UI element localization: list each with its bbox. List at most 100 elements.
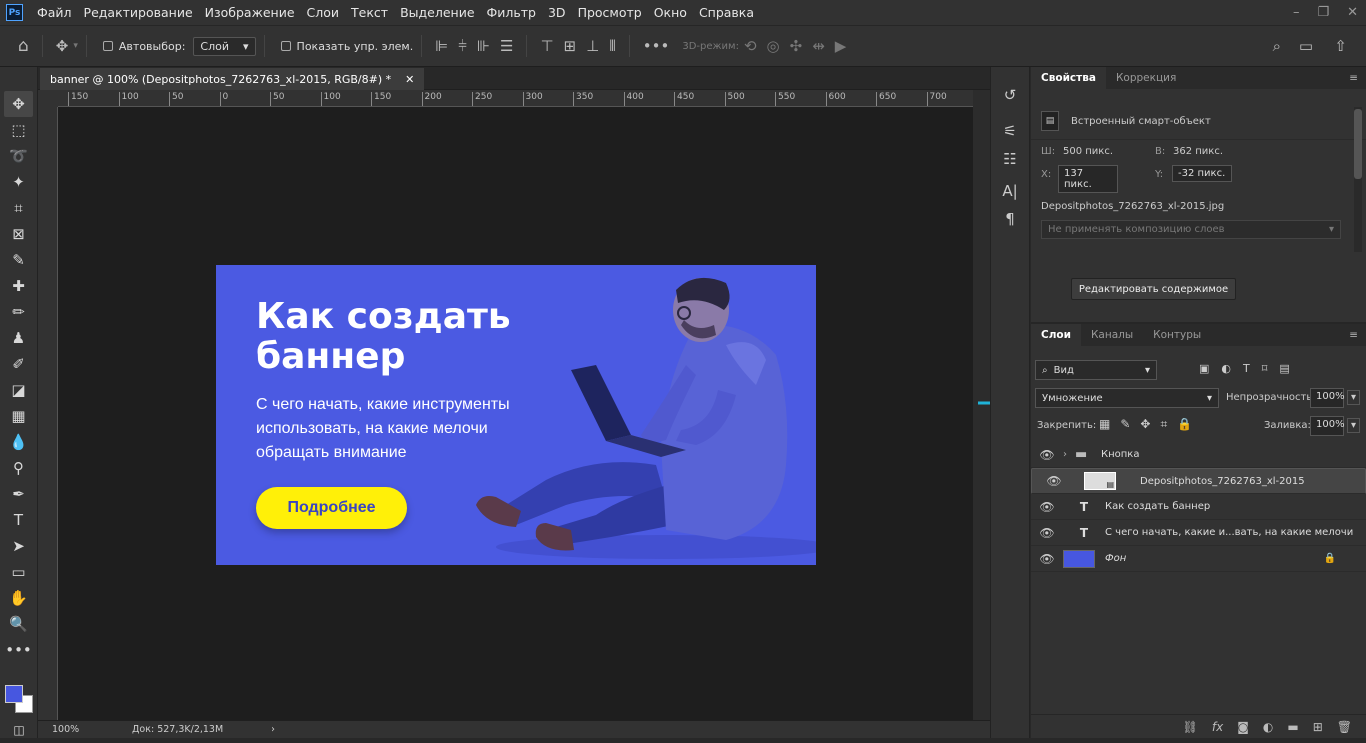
tab-properties[interactable]: Свойства [1031,67,1106,89]
filter-pixel-icon[interactable]: ▣ [1199,362,1209,375]
3d-roll-icon[interactable]: ◎ [767,37,780,55]
search-icon[interactable]: ⌕ [1273,37,1281,55]
panel-menu-icon[interactable]: ≡ [1341,324,1366,346]
lock-position-icon[interactable]: ✥ [1140,417,1150,432]
lock-artboard-icon[interactable]: ⌗ [1160,417,1167,432]
workspace-icon[interactable]: ▭ [1299,37,1313,55]
marquee-tool-icon[interactable]: ⬚ [0,117,37,143]
blur-tool-icon[interactable]: 💧 [0,429,37,455]
menu-type[interactable]: Текст [345,5,394,20]
close-button[interactable]: ✕ [1347,5,1358,20]
fx-icon[interactable]: fx [1212,720,1223,734]
path-selection-tool-icon[interactable]: ➤ [0,533,37,559]
tab-layers[interactable]: Слои [1031,324,1081,346]
distribute-icon[interactable]: ☰ [500,37,513,55]
menu-view[interactable]: Просмотр [572,5,648,20]
type-tool-icon[interactable]: T [0,507,37,533]
history-brush-tool-icon[interactable]: ✐ [0,351,37,377]
visibility-eye-icon[interactable]: 👁 [1031,552,1063,566]
stamp-tool-icon[interactable]: ♟ [0,325,37,351]
panel-menu-icon[interactable]: ≡ [1341,67,1366,89]
autoselect-checkbox[interactable] [102,41,113,51]
more-tools-icon[interactable]: ••• [0,637,37,663]
frame-tool-icon[interactable]: ⊠ [0,221,37,247]
fill-input[interactable]: 100% [1310,416,1345,436]
align-left-icon[interactable]: ⊫ [435,37,448,55]
menu-window[interactable]: Окно [648,5,693,20]
banner-artboard[interactable]: Как создать баннер С чего начать, какие … [216,265,816,565]
hand-tool-icon[interactable]: ✋ [0,585,37,611]
chevron-down-icon[interactable]: ▾ [1347,390,1361,405]
tab-channels[interactable]: Каналы [1081,324,1143,346]
edit-contents-button[interactable]: Редактировать содержимое [1071,278,1236,300]
properties-scrollbar[interactable] [1354,107,1362,252]
adjustment-layer-icon[interactable]: ◐ [1263,720,1273,734]
layer-row-group[interactable]: 👁 › ▬ Кнопка [1031,442,1366,468]
menu-help[interactable]: Справка [693,5,760,20]
x-input[interactable]: 137 пикс. [1058,165,1118,193]
align-center-h-icon[interactable]: ⫩ [458,37,467,55]
layer-filter-select[interactable]: ⌕ Вид ▾ [1035,360,1157,380]
menu-edit[interactable]: Редактирование [78,5,199,20]
adjustments-icon[interactable]: ☷ [991,145,1029,173]
tab-paths[interactable]: Контуры [1143,324,1211,346]
lock-pixels-icon[interactable]: ✎ [1120,417,1130,432]
close-icon[interactable]: ✕ [405,73,414,86]
align-right-icon[interactable]: ⊪ [477,37,490,55]
3d-orbit-icon[interactable]: ⟲ [744,37,757,55]
menu-3d[interactable]: 3D [542,5,572,20]
brush-settings-icon[interactable]: ⚟ [991,117,1029,145]
share-icon[interactable]: ⇧ [1334,37,1347,55]
add-mask-icon[interactable]: ◙ [1237,720,1249,734]
layer-comp-select[interactable]: Не применять композицию слоев ▾ [1041,220,1341,239]
tab-banner[interactable]: banner @ 100% (Depositphotos_7262763_xl-… [40,68,425,90]
blend-mode-select[interactable]: Умножение ▾ [1035,388,1219,408]
opacity-input[interactable]: 100% [1310,388,1345,408]
move-tool-icon[interactable]: ✥ [4,91,33,117]
lock-all-icon[interactable]: 🔒 [1177,417,1192,432]
chevron-right-icon[interactable]: › [271,724,275,735]
history-panel-icon[interactable]: ↺ [991,81,1029,109]
layer-row-text-subtitle[interactable]: 👁 T С чего начать, какие и...вать, на ка… [1031,520,1366,546]
layer-row-smart[interactable]: 👁 ▤ Depositphotos_7262763_xl-2015 [1031,468,1366,494]
filter-shape-icon[interactable]: ⌑ [1262,362,1268,375]
y-input[interactable]: -32 пикс. [1172,165,1232,182]
brush-tool-icon[interactable]: ✏ [0,299,37,325]
menu-file[interactable]: Файл [31,5,78,20]
3d-scale-icon[interactable]: ▶ [835,37,847,55]
character-panel-icon[interactable]: A| [991,177,1029,205]
menu-layers[interactable]: Слои [301,5,346,20]
lock-transparency-icon[interactable]: ▦ [1099,417,1110,432]
restore-button[interactable]: ❐ [1317,5,1329,20]
menu-select[interactable]: Выделение [394,5,480,20]
layer-row-background[interactable]: 👁 Фон 🔒 [1031,546,1366,572]
rectangle-tool-icon[interactable]: ▭ [0,559,37,585]
home-icon[interactable]: ⌂ [18,36,29,56]
align-top-icon[interactable]: ⊤ [540,37,553,55]
filter-type-icon[interactable]: T [1243,362,1250,375]
filter-adjustment-icon[interactable]: ◐ [1221,362,1231,375]
gradient-tool-icon[interactable]: ▦ [0,403,37,429]
3d-pan-icon[interactable]: ✣ [790,37,803,55]
new-group-icon[interactable]: ▬ [1287,720,1298,734]
layer-row-text-title[interactable]: 👁 T Как создать баннер [1031,494,1366,520]
trash-icon[interactable]: 🗑 [1337,720,1352,734]
menu-filter[interactable]: Фильтр [481,5,542,20]
autoselect-dropdown[interactable]: Слой ▾ [193,36,256,56]
chevron-down-icon[interactable]: ▾ [73,41,78,51]
tab-adjustments[interactable]: Коррекция [1106,67,1186,89]
crop-tool-icon[interactable]: ⌗ [0,195,37,221]
distribute-v-icon[interactable]: ⦀ [609,37,616,55]
move-tool-icon[interactable]: ✥ [56,37,69,55]
color-swatches[interactable] [4,685,34,715]
paragraph-panel-icon[interactable]: ¶ [991,205,1029,233]
show-transform-checkbox[interactable] [280,41,291,51]
zoom-tool-icon[interactable]: 🔍 [0,611,37,637]
banner-button[interactable]: Подробнее [256,487,407,529]
eraser-tool-icon[interactable]: ◪ [0,377,37,403]
visibility-eye-icon[interactable]: 👁 [1031,526,1063,540]
filter-smart-icon[interactable]: ▤ [1279,362,1289,375]
lasso-tool-icon[interactable]: ➰ [0,143,37,169]
zoom-level[interactable]: 100% [52,724,132,735]
more-options-icon[interactable]: ••• [643,37,670,55]
